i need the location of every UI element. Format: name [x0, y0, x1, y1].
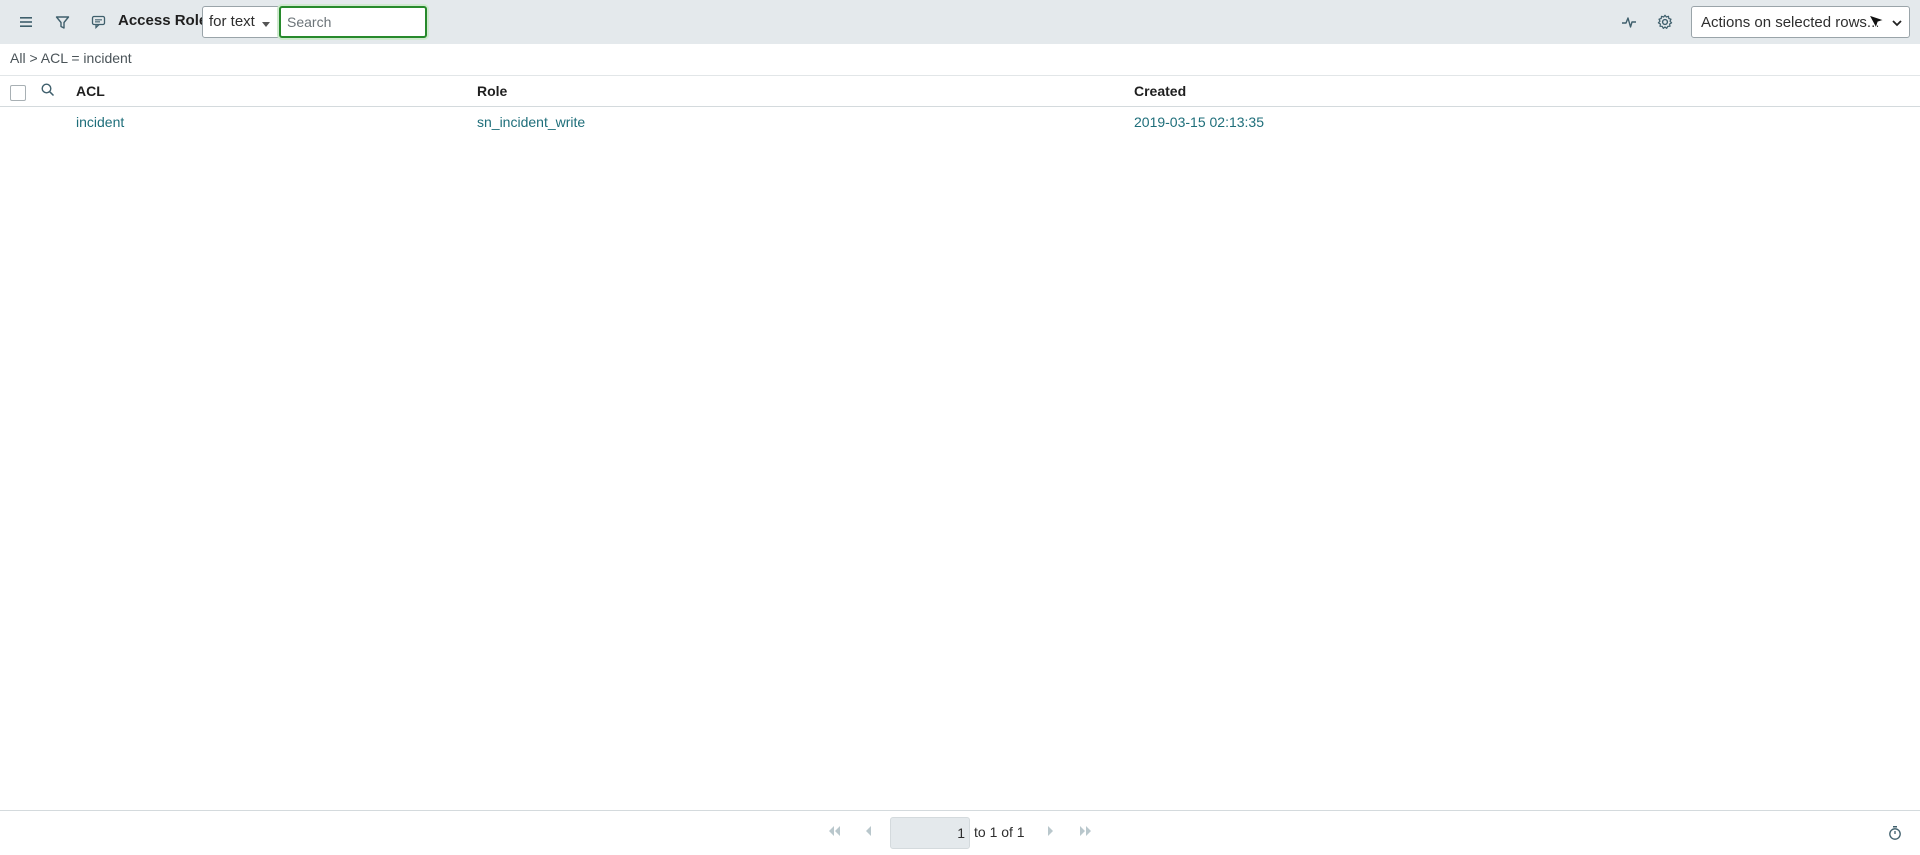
- list-title: Access Roles: [118, 12, 216, 29]
- search-field-select[interactable]: for text: [202, 6, 279, 38]
- pagination-range-text: to 1 of 1: [974, 824, 1025, 840]
- column-header-created[interactable]: Created: [1134, 83, 1186, 99]
- breadcrumb-condition[interactable]: ACL = incident: [41, 50, 132, 66]
- activity-pulse-icon[interactable]: [1617, 10, 1641, 34]
- mouse-cursor-icon: [1867, 12, 1886, 34]
- gear-icon[interactable]: [1653, 10, 1677, 34]
- filter-icon[interactable]: [50, 10, 74, 34]
- cell-acl-link[interactable]: incident: [76, 114, 124, 130]
- hamburger-menu-icon[interactable]: [14, 10, 38, 34]
- previous-page-icon[interactable]: [864, 825, 874, 837]
- column-header-acl[interactable]: ACL: [76, 83, 105, 99]
- table-row: incident sn_incident_write 2019-03-15 02…: [0, 107, 1920, 137]
- breadcrumb-all[interactable]: All: [10, 50, 26, 66]
- app-root: Access Roles for text Actions on selecte…: [0, 0, 1920, 855]
- chevron-down-icon: [1891, 16, 1903, 33]
- next-page-icon[interactable]: [1045, 825, 1055, 837]
- breadcrumb: All > ACL = incident: [10, 50, 132, 66]
- page-number-input[interactable]: 1: [890, 817, 970, 849]
- first-page-icon[interactable]: [826, 825, 842, 837]
- breadcrumb-separator: >: [29, 50, 38, 66]
- last-page-icon[interactable]: [1078, 825, 1094, 837]
- response-time-icon[interactable]: [1888, 825, 1902, 845]
- comment-icon[interactable]: [86, 10, 110, 34]
- caret-down-icon: [262, 22, 270, 27]
- actions-select-label: Actions on selected rows...: [1701, 14, 1880, 31]
- table-header: ACL Role Created: [0, 75, 1920, 107]
- cell-created-link[interactable]: 2019-03-15 02:13:35: [1134, 114, 1264, 130]
- search-input[interactable]: [279, 6, 427, 38]
- pagination-footer: 1 to 1 of 1: [0, 810, 1920, 855]
- cell-role-link[interactable]: sn_incident_write: [477, 114, 585, 130]
- column-header-role[interactable]: Role: [477, 83, 507, 99]
- column-search-icon[interactable]: [40, 82, 56, 102]
- select-all-checkbox[interactable]: [10, 85, 26, 101]
- list-header-toolbar: Access Roles for text Actions on selecte…: [0, 0, 1920, 44]
- search-field-select-label: for text: [209, 13, 255, 30]
